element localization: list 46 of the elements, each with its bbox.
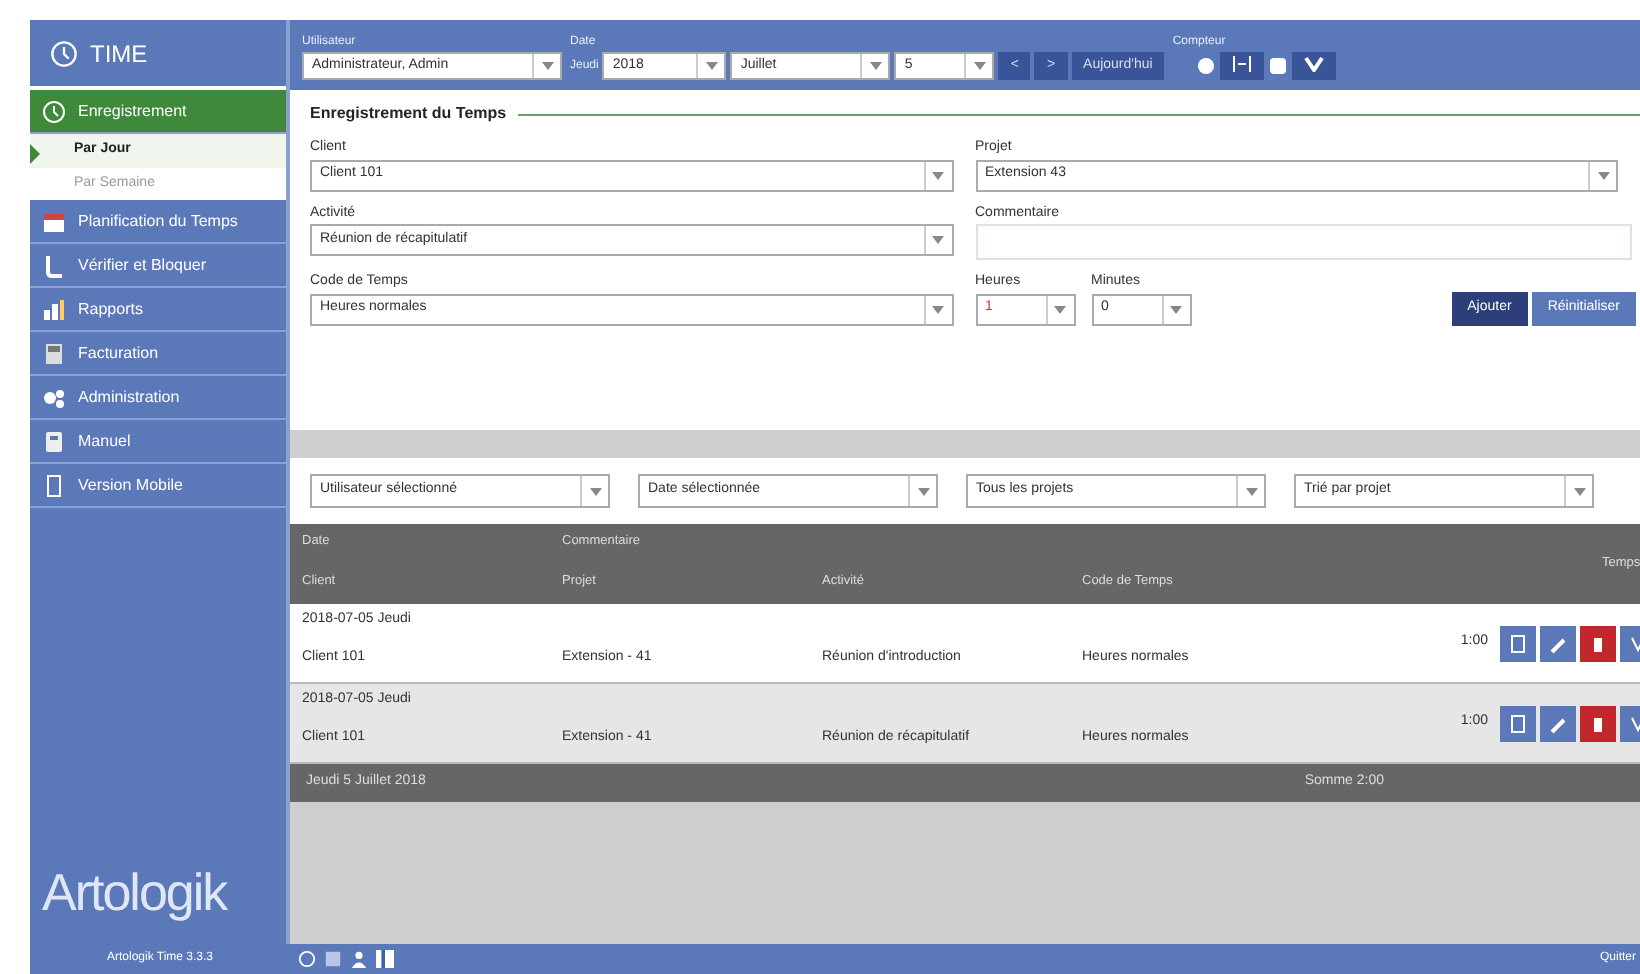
dropdown-icon bbox=[917, 487, 929, 495]
dropdown-icon bbox=[1597, 171, 1610, 179]
split-icon bbox=[1232, 55, 1253, 72]
dropdown-icon bbox=[932, 305, 945, 313]
clock-icon bbox=[50, 39, 78, 67]
app-title: TIME bbox=[90, 37, 148, 71]
dropdown-icon bbox=[1170, 305, 1182, 313]
copy-button[interactable] bbox=[1500, 705, 1536, 741]
delete-button[interactable] bbox=[1580, 705, 1616, 741]
dropdown-icon bbox=[1054, 305, 1066, 313]
dropdown-icon bbox=[541, 62, 553, 70]
dropdown-icon bbox=[1573, 487, 1585, 495]
dropdown-icon bbox=[932, 236, 945, 244]
dropdown-icon bbox=[1245, 487, 1257, 495]
check-icon bbox=[1304, 55, 1325, 72]
edit-button[interactable] bbox=[1540, 625, 1576, 661]
dropdown-icon bbox=[705, 62, 718, 70]
delete-button[interactable] bbox=[1580, 625, 1616, 661]
form-title: Enregistrement du Temps bbox=[310, 102, 507, 126]
pencil-icon bbox=[1548, 713, 1568, 733]
sidebar-item[interactable]: Planification du Temps bbox=[30, 200, 286, 244]
bar-chart-icon bbox=[42, 297, 66, 321]
logo: Artologik bbox=[40, 860, 230, 926]
edit-button[interactable] bbox=[1540, 705, 1576, 741]
dropdown-icon bbox=[589, 487, 601, 495]
timer-icon[interactable] bbox=[298, 950, 316, 968]
user-icon[interactable] bbox=[350, 950, 368, 968]
book-icon bbox=[42, 429, 66, 453]
copy-icon bbox=[1508, 633, 1528, 653]
sidebar-item[interactable]: Facturation bbox=[30, 332, 286, 376]
copy-icon bbox=[1508, 713, 1528, 733]
comment-field[interactable] bbox=[975, 224, 1632, 260]
dropdown-icon bbox=[932, 171, 945, 179]
clock-icon bbox=[42, 99, 66, 123]
pencil-icon bbox=[1548, 633, 1568, 653]
dropdown-icon bbox=[869, 62, 882, 70]
check-button[interactable] bbox=[1292, 52, 1337, 80]
stop-icon[interactable] bbox=[1268, 56, 1289, 76]
sidebar-item[interactable]: Manuel bbox=[30, 420, 286, 464]
timer-icon[interactable] bbox=[1196, 56, 1217, 76]
split-button[interactable] bbox=[1220, 52, 1265, 80]
sidebar-item[interactable]: Enregistrement bbox=[30, 90, 286, 134]
copy-button[interactable] bbox=[1500, 625, 1536, 661]
dropdown-icon bbox=[973, 62, 986, 70]
calculator-icon bbox=[42, 341, 66, 365]
mobile-icon bbox=[42, 473, 66, 497]
